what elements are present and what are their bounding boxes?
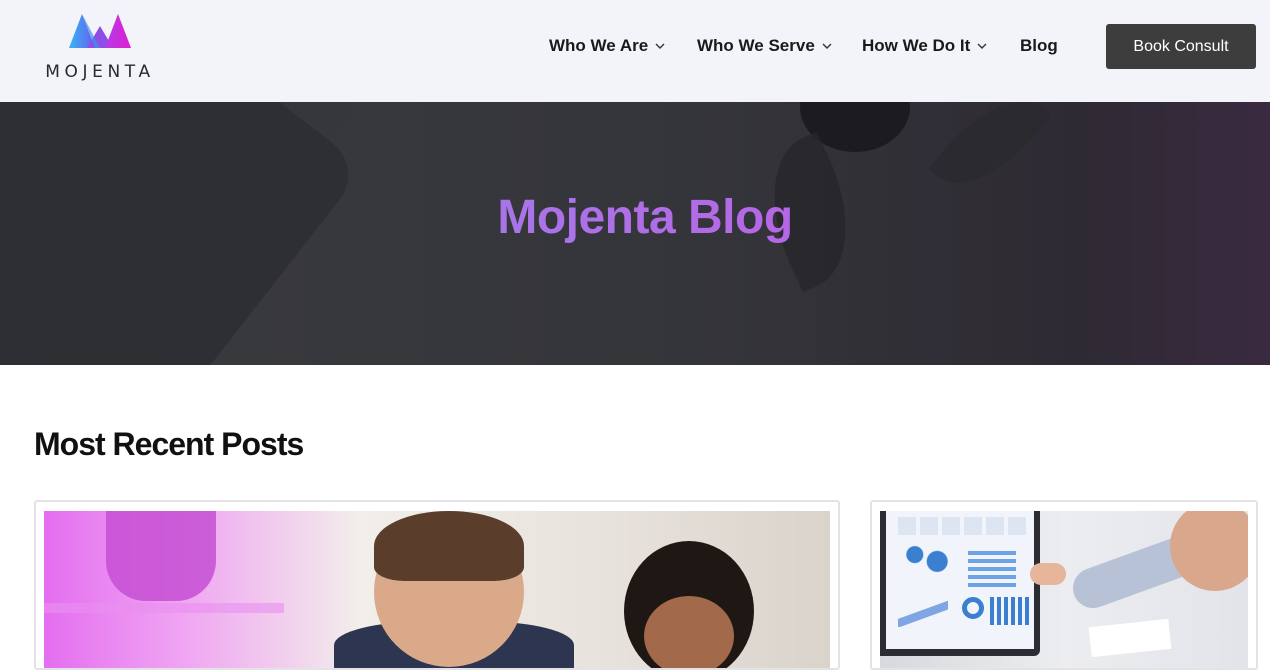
nav-how-we-do-it[interactable]: How We Do It — [862, 36, 987, 56]
dashboard-map — [898, 541, 954, 575]
book-consult-button[interactable]: Book Consult — [1106, 24, 1256, 69]
photo-vase — [106, 511, 216, 601]
logo-text: MOJENTA — [45, 62, 155, 82]
dashboard-column-chart — [990, 597, 1030, 625]
post-thumbnail[interactable] — [44, 511, 830, 668]
dashboard-tiles — [898, 517, 1028, 535]
chevron-down-icon — [822, 43, 832, 49]
chevron-down-icon — [977, 43, 987, 49]
post-thumbnail[interactable] — [880, 511, 1248, 668]
photo-paper — [1088, 618, 1172, 658]
post-card[interactable] — [34, 500, 840, 670]
logo[interactable]: MOJENTA — [33, 14, 167, 82]
photo-monitor — [880, 511, 1040, 656]
nav-label: How We Do It — [862, 36, 971, 55]
photo-hand — [1030, 563, 1066, 585]
chevron-down-icon — [655, 43, 665, 49]
hero-banner: Mojenta Blog — [0, 102, 1270, 365]
dashboard-area-chart — [898, 601, 948, 627]
nav-who-we-are[interactable]: Who We Are — [549, 36, 665, 56]
recent-posts-heading: Most Recent Posts — [34, 426, 304, 462]
nav-label: Blog — [1020, 36, 1058, 55]
site-header: MOJENTA Who We Are Who We Serve How We D… — [0, 0, 1270, 102]
nav-label: Who We Serve — [697, 36, 815, 55]
photo-person-hair — [374, 511, 524, 581]
post-card[interactable] — [870, 500, 1258, 670]
photo-person-face — [1170, 511, 1248, 591]
dashboard-donut — [962, 597, 984, 619]
photo-dashboard-screen — [886, 511, 1034, 649]
nav-label: Who We Are — [549, 36, 649, 55]
photo-person-face — [644, 596, 734, 668]
dashboard-bars — [968, 551, 1016, 591]
page-title: Mojenta Blog — [0, 190, 1270, 245]
nav-blog[interactable]: Blog — [1020, 36, 1058, 56]
photo-shelf — [44, 603, 284, 613]
nav-who-we-serve[interactable]: Who We Serve — [697, 36, 832, 56]
mojenta-logo-icon — [69, 14, 131, 48]
